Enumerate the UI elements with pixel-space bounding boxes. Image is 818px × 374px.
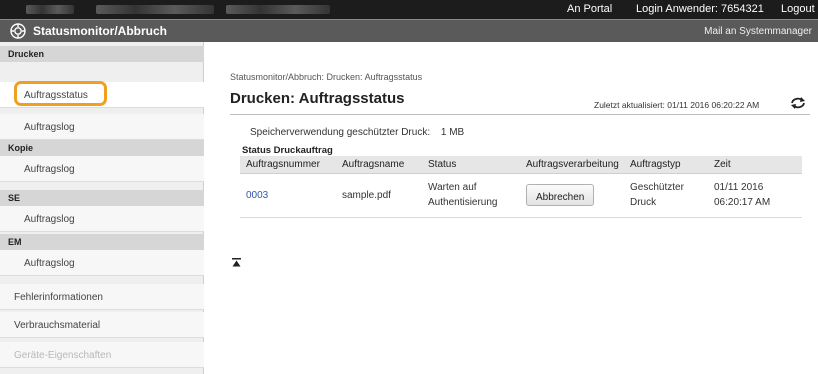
sidebar-section-kopie: Kopie — [0, 140, 204, 156]
blurred-text — [26, 5, 74, 14]
column-header: Status — [422, 156, 520, 174]
header-bar: Statusmonitor/Abbruch Mail an Systemmana… — [0, 19, 818, 42]
job-number-cell: 0003 — [240, 173, 336, 218]
page-title: Drucken: Auftragsstatus — [230, 90, 405, 107]
main-content: Statusmonitor/Abbruch: Drucken: Auftrags… — [212, 42, 818, 374]
blurred-text — [226, 5, 330, 14]
sidebar-item-auftragslog-se[interactable]: Auftragslog — [0, 206, 204, 232]
job-status-line: Authentisierung — [428, 197, 498, 208]
scroll-to-top-icon[interactable] — [232, 258, 241, 267]
job-number-link[interactable]: 0003 — [246, 190, 268, 201]
breadcrumb: Statusmonitor/Abbruch: Drucken: Auftrags… — [230, 72, 423, 82]
sidebar-section-drucken: Drucken — [0, 46, 204, 62]
sidebar-item-auftragslog-em[interactable]: Auftragslog — [0, 250, 204, 276]
storage-usage-label: Speicherverwendung geschützter Druck: — [250, 127, 431, 138]
job-status-cell: Warten auf Authentisierung — [422, 173, 520, 218]
column-header: Auftragsnummer — [240, 156, 336, 174]
refresh-icon[interactable] — [790, 96, 806, 110]
sidebar-item-geraete-eigenschaften[interactable]: Geräte-Eigenschaften — [0, 342, 204, 368]
job-status-line: Warten auf — [428, 182, 477, 193]
job-name-cell: sample.pdf — [336, 173, 422, 218]
sidebar-item-auftragslog-kopie[interactable]: Auftragslog — [0, 156, 204, 182]
column-header: Auftragsverarbeitung — [520, 156, 624, 174]
storage-usage: Speicherverwendung geschützter Druck: 1 … — [250, 127, 464, 138]
portal-link[interactable]: An Portal — [567, 3, 612, 15]
sidebar-item-auftragslog-drucken[interactable]: Auftragslog — [0, 114, 204, 140]
sidebar-item-fehlerinformationen[interactable]: Fehlerinformationen — [0, 284, 204, 310]
job-time-line: 01/11 2016 — [714, 182, 764, 193]
section-title: Status Druckauftrag — [242, 145, 333, 156]
column-header: Zeit — [708, 156, 802, 174]
column-header: Auftragsname — [336, 156, 422, 174]
mail-to-admin-link[interactable]: Mail an Systemmanager — [704, 26, 812, 37]
sidebar-section-se: SE — [0, 190, 204, 206]
print-job-table: Auftragsnummer Auftragsname Status Auftr… — [240, 156, 802, 218]
last-updated-label: Zuletzt aktualisiert: 01/11 2016 06:20:2… — [594, 100, 760, 110]
app-title: Statusmonitor/Abbruch — [33, 24, 167, 38]
job-time-line: 06:20:17 AM — [714, 197, 771, 208]
job-type-line: Geschützter — [630, 182, 684, 193]
settings-gear-icon — [10, 23, 26, 39]
storage-usage-value: 1 MB — [440, 127, 465, 138]
table-row: 0003 sample.pdf Warten auf Authentisieru… — [240, 173, 802, 218]
logout-link[interactable]: Logout — [781, 3, 815, 15]
job-action-cell: Abbrechen — [520, 173, 624, 218]
sidebar: Drucken Auftragsstatus Auftragslog Kopie… — [0, 42, 204, 374]
sidebar-item-verbrauchsmaterial[interactable]: Verbrauchsmaterial — [0, 312, 204, 338]
blurred-text — [96, 5, 214, 14]
top-bar: An Portal Login Anwender: 7654321 Logout — [0, 0, 818, 19]
cancel-job-button[interactable]: Abbrechen — [526, 184, 595, 206]
column-header: Auftragstyp — [624, 156, 708, 174]
app-window: An Portal Login Anwender: 7654321 Logout… — [0, 0, 818, 374]
job-time-cell: 01/11 2016 06:20:17 AM — [708, 173, 802, 218]
table-header-row: Auftragsnummer Auftragsname Status Auftr… — [240, 156, 802, 174]
job-type-cell: Geschützter Druck — [624, 173, 708, 218]
login-user-label: Login Anwender: 7654321 — [636, 3, 764, 15]
title-divider — [230, 114, 810, 115]
job-type-line: Druck — [630, 197, 657, 208]
selection-highlight — [14, 81, 107, 106]
sidebar-section-em: EM — [0, 234, 204, 250]
